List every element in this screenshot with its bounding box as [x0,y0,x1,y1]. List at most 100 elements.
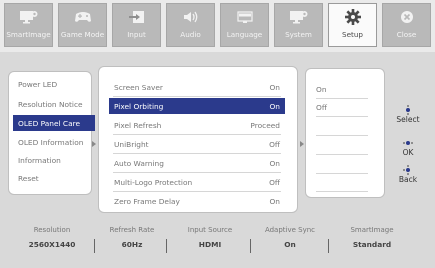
tab-label: Close [396,30,417,39]
divider [113,96,281,97]
setting-row-zero-frame-delay[interactable]: Zero Frame Delay On [109,193,285,209]
menu-level2-panel: Screen Saver On Pixel Orbiting On Pixel Re… [98,66,298,213]
menu-item-label: Reset [18,173,39,183]
status-input-source: Input Source HDMI [168,225,252,251]
divider [113,191,281,192]
setting-row-unibright[interactable]: UniBright Off [109,136,285,152]
control-ok: OK [391,138,425,157]
submenu-arrow-icon [92,141,96,147]
menu-level1-panel: Power LED Resolution Notice OLED Panel C… [8,71,95,195]
menu-item-information[interactable]: Information [13,152,95,168]
setting-label: Pixel Orbiting [114,101,164,111]
menu-item-oled-panel-care[interactable]: OLED Panel Care [13,115,95,131]
status-key: Input Source [187,226,233,234]
setting-value: On [269,101,280,111]
setting-row-pixel-refresh[interactable]: Pixel Refresh Proceed [109,117,285,133]
setting-value: On [269,196,280,206]
status-adaptive-sync: Adaptive Sync On [248,225,332,251]
tab-system[interactable]: System [274,3,323,47]
option-label: Off [316,102,327,112]
tab-label: Setup [342,30,363,39]
divider [316,135,368,136]
option-off[interactable]: Off [312,99,366,115]
menu-item-oled-information[interactable]: OLED Information [13,134,95,150]
setting-label: Zero Frame Delay [114,196,180,206]
status-resolution: Resolution 2560X1440 [10,225,94,251]
setting-value: On [269,158,280,168]
divider [316,154,368,155]
menu-item-label: Power LED [18,79,58,89]
setting-label: Pixel Refresh [114,120,162,130]
status-bar: Resolution 2560X1440 Refresh Rate 60Hz I… [10,225,428,261]
monitor-gear-icon [275,4,322,30]
tab-input[interactable]: Input [112,3,161,47]
menu-item-power-led[interactable]: Power LED [13,76,95,92]
menu-item-label: Resolution Notice [18,99,83,109]
divider [328,239,329,253]
tab-label: Game Mode [60,30,105,39]
setting-row-pixel-orbiting[interactable]: Pixel Orbiting On [109,98,285,114]
setting-label: UniBright [114,139,149,149]
status-key: Refresh Rate [109,226,155,234]
divider [316,173,368,174]
menu-item-resolution-notice[interactable]: Resolution Notice [13,96,95,112]
close-icon [383,4,430,30]
control-label: OK [402,148,414,157]
tab-close[interactable]: Close [382,3,431,47]
gamepad-icon [59,4,106,30]
divider [316,191,368,192]
status-smartimage: SmartImage Standard [330,225,414,251]
submenu-arrow-icon [300,141,304,147]
tab-smartimage[interactable]: SmartImage [4,3,53,47]
menu-item-label: Information [18,155,61,165]
menu-item-label: OLED Information [18,137,84,147]
status-value: Standard [352,240,392,249]
dpad-select-icon [403,105,413,115]
setting-row-screen-saver[interactable]: Screen Saver On [109,79,285,95]
option-on[interactable]: On [312,81,366,97]
tab-label: System [285,30,312,39]
setting-label: Auto Warning [114,158,164,168]
status-value: On [284,240,296,249]
status-value: 2560X1440 [28,240,76,249]
status-key: Adaptive Sync [264,226,316,234]
setting-row-auto-warning[interactable]: Auto Warning On [109,155,285,171]
setting-value: On [269,82,280,92]
tab-audio[interactable]: Audio [166,3,215,47]
top-tab-bar: SmartImage Game Mode Input Audio Languag… [0,0,435,52]
divider [113,172,281,173]
status-refresh-rate: Refresh Rate 60Hz [90,225,174,251]
tab-label: Language [226,30,263,39]
divider [113,134,281,135]
text-icon [221,4,268,30]
status-value: HDMI [198,240,222,249]
status-key: Resolution [33,226,71,234]
control-back: Back [391,165,425,184]
status-value: 60Hz [121,240,143,249]
monitor-gear-icon [5,4,52,30]
tab-setup[interactable]: Setup [328,3,377,47]
menu-item-label: OLED Panel Care [18,118,81,128]
setting-label: Screen Saver [114,82,163,92]
setting-value: Off [269,139,280,149]
control-select: Select [391,105,425,124]
tab-language[interactable]: Language [220,3,269,47]
setting-label: Multi-Logo Protection [114,177,193,187]
menu-item-reset[interactable]: Reset [13,170,95,186]
speaker-icon [167,4,214,30]
input-arrow-icon [113,4,160,30]
tab-gamemode[interactable]: Game Mode [58,3,107,47]
setting-value: Off [269,177,280,187]
tab-label: Input [127,30,146,39]
gear-icon [329,4,376,30]
tab-label: Audio [180,30,201,39]
divider [113,153,281,154]
divider [166,239,167,253]
menu-level3-panel: On Off [305,68,385,198]
option-label: On [316,84,327,94]
dpad-back-icon [403,165,413,175]
divider [316,116,368,117]
setting-value: Proceed [250,120,280,130]
setting-row-multi-logo-protection[interactable]: Multi-Logo Protection Off [109,174,285,190]
status-key: SmartImage [350,226,394,234]
